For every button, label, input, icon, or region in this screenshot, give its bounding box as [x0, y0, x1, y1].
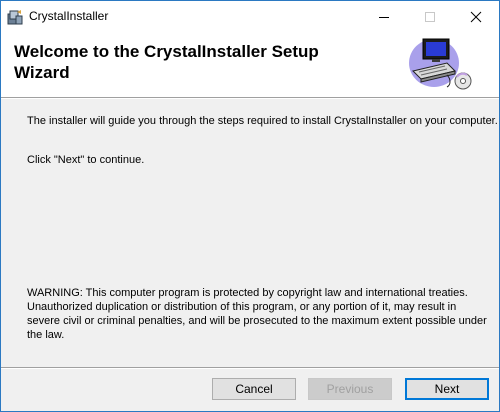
banner-divider-highlight — [1, 98, 499, 99]
instruction-text: Click "Next" to continue. — [27, 154, 145, 166]
copyright-warning: WARNING: This computer program is protec… — [27, 287, 487, 341]
cancel-button[interactable]: Cancel — [212, 378, 296, 400]
page-title: Welcome to the CrystalInstaller Setup Wi… — [14, 41, 374, 83]
close-button[interactable] — [453, 1, 499, 31]
maximize-button — [407, 1, 453, 31]
next-button[interactable]: Next — [405, 378, 489, 400]
previous-button: Previous — [308, 378, 392, 400]
installer-app-icon — [7, 10, 23, 25]
title-bar[interactable]: CrystalInstaller — [1, 1, 499, 31]
page-title-line-1: Welcome to the CrystalInstaller Setup — [14, 42, 319, 61]
installer-window: CrystalInstaller Welcome to the CrystalI… — [0, 0, 500, 412]
footer-divider-highlight — [1, 368, 499, 369]
close-icon — [470, 11, 482, 23]
page-title-line-2: Wizard — [14, 63, 70, 82]
computer-cd-icon — [409, 38, 472, 90]
wizard-banner: Welcome to the CrystalInstaller Setup Wi… — [1, 31, 499, 97]
intro-text: The installer will guide you through the… — [27, 115, 498, 127]
minimize-button[interactable] — [361, 1, 407, 31]
minimize-icon — [379, 17, 389, 18]
window-title: CrystalInstaller — [29, 9, 109, 23]
maximize-icon — [425, 12, 435, 22]
